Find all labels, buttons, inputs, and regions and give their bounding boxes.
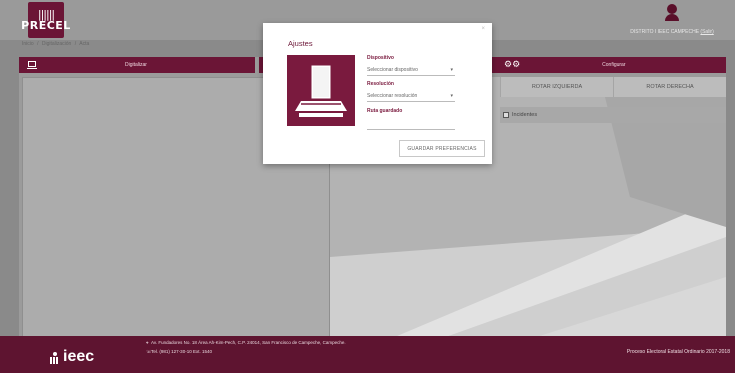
ieec-brand-text: ieec [63,348,95,365]
phone-icon: ☏ [146,350,152,355]
map-pin-icon: ⌖ [146,341,149,346]
logo-text: PRECEL [21,18,71,32]
ieec-mark-icon [50,352,60,364]
user-name: DISTRITO I IEEC CAMPECHE (Salir) [617,29,727,35]
breadcrumb-acta: Acta [79,41,90,47]
address-text: Av. Fundadores No. 18 Área Ah-Kim-Pech, … [151,340,346,345]
logo-bars-icon: |||||| [37,7,55,21]
breadcrumb-sep: / [74,41,77,47]
incidents-checkbox[interactable] [503,112,509,118]
close-icon[interactable]: × [481,26,485,32]
resolution-select[interactable]: Seleccionar resolución ▾ [367,91,455,102]
contact-info: ⌖ Av. Fundadores No. 18 Área Ah-Kim-Pech… [146,340,346,358]
device-label: Dispositivo [367,55,394,61]
digitize-label: Digitalizar [125,62,147,68]
rotate-right-button[interactable]: ROTAR DERECHA [613,77,726,97]
ieec-logo: ieec [50,348,95,365]
user-info: DISTRITO I IEEC CAMPECHE (Salir) [617,4,727,35]
phone-line: ☏ Tel. (981) 127-30-10 Ext. 1540 [146,349,346,355]
user-district-label: DISTRITO I IEEC CAMPECHE [630,29,700,35]
gears-icon: ⚙⚙ [504,60,521,70]
electoral-process-text: Proceso Electoral Estatal Ordinario 2017… [626,349,730,355]
chevron-down-icon: ▾ [450,67,453,73]
save-preferences-button[interactable]: GUARDAR PREFERENCIAS [399,140,485,157]
precel-logo[interactable]: |||||| PRECEL [21,2,70,38]
address-line: ⌖ Av. Fundadores No. 18 Área Ah-Kim-Pech… [146,340,346,346]
breadcrumb: Inicio / Digitalización / Acta [22,41,91,47]
config-label: Configurar [602,62,626,68]
device-select-value: Seleccionar dispositivo [367,67,418,73]
rotate-buttons: ROTAR IZQUIERDA ROTAR DERECHA [500,77,726,97]
incidents-label: Incidentes [512,112,538,118]
resolution-select-value: Seleccionar resolución [367,93,418,99]
user-avatar-icon [665,4,679,21]
breadcrumb-sep: / [37,41,39,47]
config-bar[interactable]: ⚙⚙ Configurar [492,57,726,73]
breadcrumb-home[interactable]: Inicio [22,41,34,47]
footer: ieec ⌖ Av. Fundadores No. 18 Área Ah-Kim… [0,336,735,373]
resolution-label: Resolución [367,81,394,87]
modal-title: Ajustes [288,39,313,48]
device-select[interactable]: Seleccionar dispositivo ▾ [367,65,455,76]
chevron-down-icon: ▾ [450,93,453,99]
path-label: Ruta guardado [367,108,403,114]
settings-modal: × Ajustes Dispositivo Seleccionar dispos… [263,23,492,164]
logout-link[interactable]: (Salir) [700,29,713,35]
phone-text: Tel. (981) 127-30-10 Ext. 1540 [151,349,212,354]
rotate-left-button[interactable]: ROTAR IZQUIERDA [500,77,613,97]
incidents-row: Incidentes [500,107,726,123]
breadcrumb-digitalizacion[interactable]: Digitalización [42,41,71,47]
scanner-illustration-icon [287,55,355,126]
monitor-icon [27,60,37,70]
digitize-bar[interactable]: Digitalizar [19,57,255,73]
save-path-input[interactable] [367,119,455,130]
